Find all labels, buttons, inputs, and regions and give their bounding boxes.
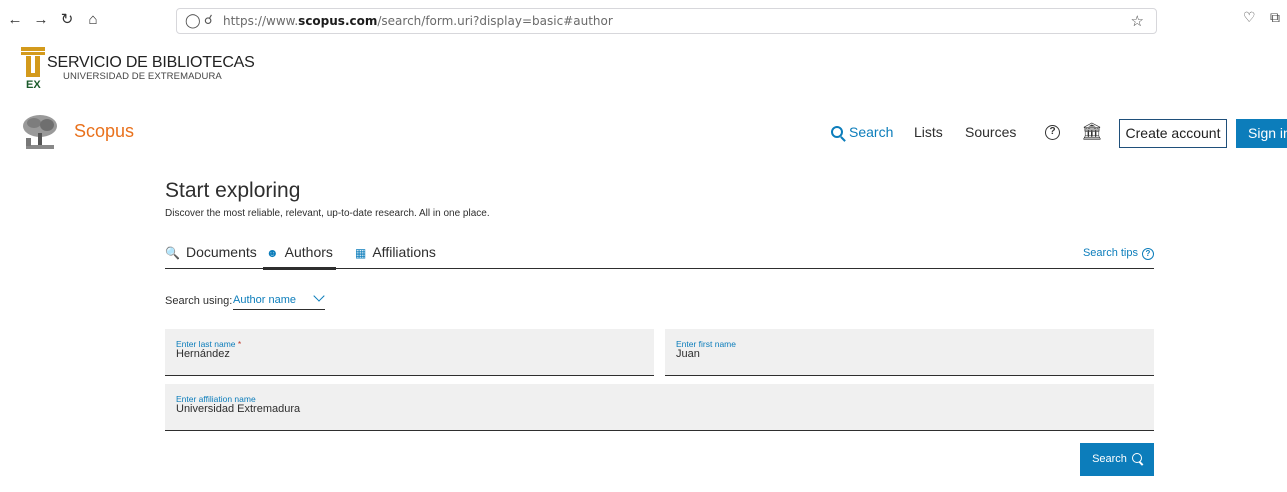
tab-documents-label: Documents (185, 244, 257, 260)
tab-affiliations[interactable]: ▦ Affiliations (355, 244, 436, 268)
search-icon (831, 126, 843, 138)
page-subtitle: Discover the most reliable, relevant, up… (165, 208, 490, 219)
scopus-brand[interactable]: Scopus (74, 121, 134, 142)
elsevier-tree-logo[interactable] (20, 113, 60, 151)
page-title: Start exploring (165, 179, 301, 202)
tab-authors[interactable]: ☻ Authors (263, 244, 336, 270)
address-bar[interactable]: ◯ ☌ https://www.scopus.com/search/form.u… (176, 8, 1157, 34)
tab-documents[interactable]: 🔍 Documents (165, 244, 257, 268)
help-icon: ? (1142, 248, 1154, 260)
affiliation-field[interactable]: Enter affiliation name (165, 384, 1154, 431)
tab-affiliations-label: Affiliations (372, 244, 436, 260)
create-account-button[interactable]: Create account (1119, 119, 1227, 148)
logo-letters: EX (26, 79, 41, 90)
home-icon[interactable]: ⌂ (82, 9, 104, 31)
person-icon: ☻ (266, 246, 279, 260)
bookmark-star-icon[interactable]: ☆ (1131, 12, 1144, 30)
nav-sources[interactable]: Sources (965, 124, 1016, 144)
search-tips-label: Search tips (1082, 247, 1138, 259)
help-icon[interactable]: ? (1045, 125, 1060, 140)
last-name-field[interactable]: Enter last name * (165, 329, 654, 376)
back-icon[interactable]: ← (4, 9, 26, 31)
search-using-label: Search using: (165, 295, 233, 307)
library-title: SERVICIO DE BIBLIOTECAS (47, 54, 255, 71)
search-tips-link[interactable]: Search tips? (1083, 247, 1154, 260)
browser-toolbar: ← → ↻ ⌂ ◯ ☌ https://www.scopus.com/searc… (0, 0, 1287, 40)
tab-authors-label: Authors (284, 244, 333, 260)
search-button-label: Search (1092, 453, 1127, 465)
search-using-value: Author name (233, 294, 296, 306)
first-name-input[interactable] (676, 348, 1136, 360)
building-icon: ▦ (355, 246, 367, 260)
search-button[interactable]: Search (1080, 443, 1154, 476)
chevron-down-icon (313, 290, 325, 302)
forward-icon[interactable]: → (30, 9, 52, 31)
document-search-icon: 🔍 (165, 246, 180, 260)
sign-in-button[interactable]: Sign in (1236, 119, 1287, 148)
affiliation-input[interactable] (176, 403, 1136, 415)
nav-lists[interactable]: Lists (914, 124, 943, 144)
shield-icon[interactable]: ◯ (185, 12, 201, 29)
lock-icon[interactable]: ☌ (204, 12, 213, 28)
search-using-select[interactable]: Author name (233, 290, 325, 310)
pocket-icon[interactable]: ♡ (1243, 9, 1256, 26)
search-icon (1131, 453, 1142, 463)
library-subtitle: UNIVERSIDAD DE EXTREMADURA (63, 71, 222, 82)
extensions-icon[interactable]: ⧉ (1270, 9, 1280, 26)
institution-icon[interactable]: 🏛 (1081, 122, 1103, 142)
reload-icon[interactable]: ↻ (56, 9, 78, 31)
first-name-field[interactable]: Enter first name (665, 329, 1154, 376)
nav-search[interactable]: Search (831, 124, 893, 144)
last-name-input[interactable] (176, 348, 636, 360)
url-text[interactable]: https://www.scopus.com/search/form.uri?d… (223, 14, 613, 28)
university-logo: EX (21, 47, 45, 90)
search-tabs: 🔍 Documents ☻ Authors ▦ Affiliations Search… (165, 244, 1154, 270)
nav-search-label: Search (849, 124, 894, 140)
